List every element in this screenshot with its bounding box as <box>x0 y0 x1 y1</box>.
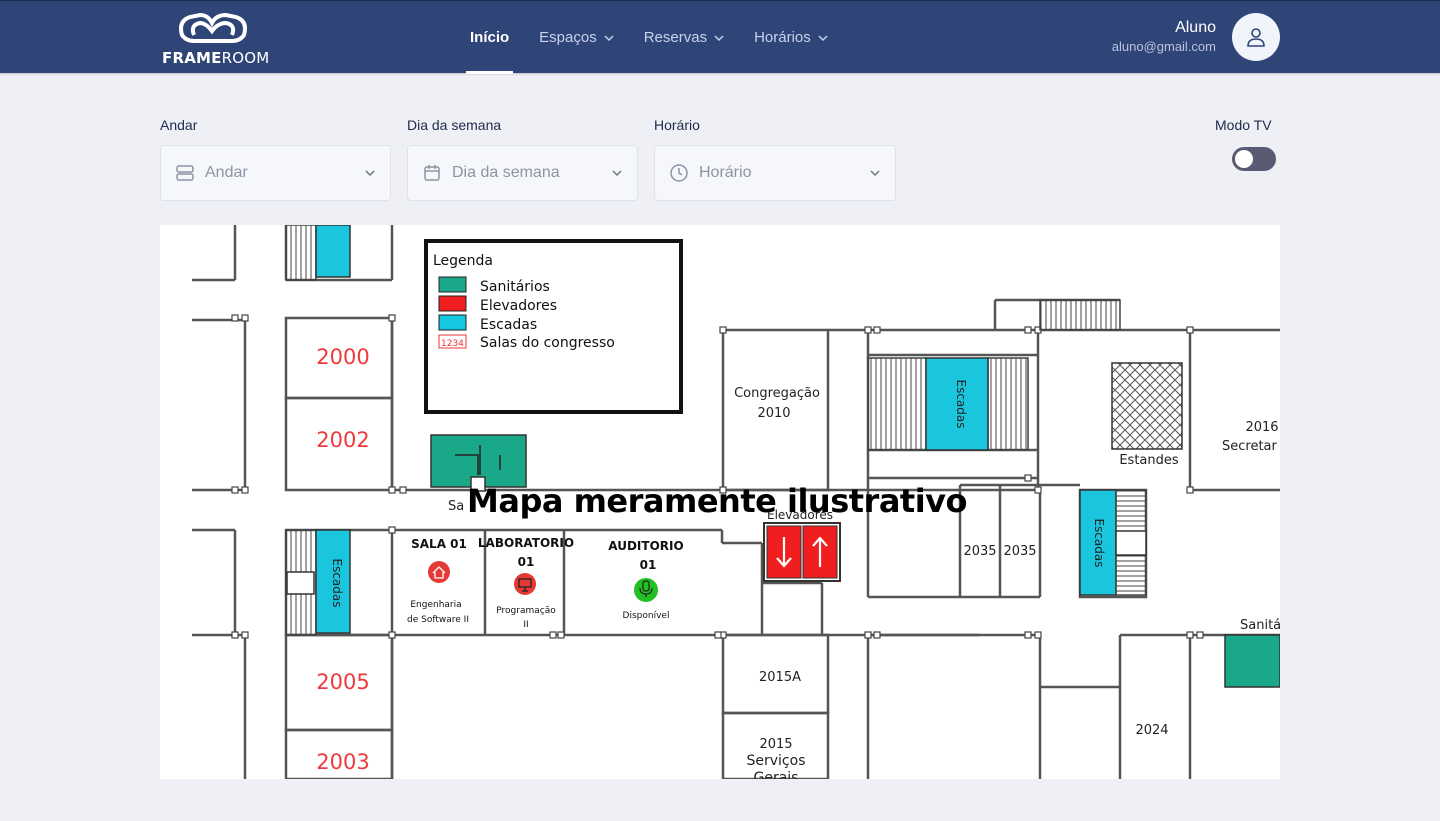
space-sala-01[interactable]: SALA 01 Engenharia de Software II <box>407 537 469 625</box>
room-secretaria-name: Secretar <box>1222 439 1278 454</box>
main-nav: Início Espaços Reservas Horários <box>462 1 850 74</box>
sanitarios-label-right: Sanitá <box>1240 618 1280 633</box>
space-title: LABORATORIO <box>478 536 574 550</box>
room-2005: 2005 <box>316 670 369 694</box>
room-estandes: Estandes <box>1119 453 1179 468</box>
legend-title: Legenda <box>433 253 493 269</box>
clock-icon <box>670 164 688 182</box>
chevron-down-icon <box>365 170 375 177</box>
map-caption: Mapa meramente ilustrativo <box>467 482 968 520</box>
chevron-down-icon <box>612 170 622 177</box>
nav-reservas[interactable]: Reservas <box>636 1 732 74</box>
room-2015-name: Serviços <box>747 753 806 769</box>
weekday-select[interactable]: Dia da semana <box>407 145 638 201</box>
legend-item-elevadores: Elevadores <box>480 298 557 314</box>
frameroom-logo[interactable]: FRAMEROOM <box>162 11 272 67</box>
floor-map: Escadas Escadas Escadas Elevadores Legen… <box>160 225 1280 779</box>
space-title: SALA 01 <box>411 537 467 551</box>
room-2016-number: 2016 <box>1245 420 1278 435</box>
space-laboratorio-01[interactable]: LABORATORIO 01 Programação II <box>478 536 574 630</box>
room-2035-b: 2035 <box>1003 544 1036 559</box>
calendar-icon <box>424 165 440 181</box>
space-auditorio-01[interactable]: AUDITORIO 01 Disponível <box>608 539 683 621</box>
space-subtitle: Disponível <box>623 611 670 621</box>
stairs-label: Escadas <box>1092 518 1106 567</box>
room-2000: 2000 <box>316 345 369 369</box>
chevron-down-icon <box>604 34 614 41</box>
legend-item-sanitarios: Sanitários <box>480 279 550 295</box>
sanitarios-label: Sa <box>448 499 464 514</box>
stairs-label: Escadas <box>330 558 344 607</box>
top-navbar: FRAMEROOM Início Espaços Reservas Horári… <box>0 0 1440 74</box>
chevron-down-icon <box>714 34 724 41</box>
floor-label: Andar <box>160 117 198 133</box>
status-dot <box>514 573 536 595</box>
space-subtitle: Programação <box>496 606 556 616</box>
tv-mode-label: Modo TV <box>1215 117 1272 133</box>
room-2003: 2003 <box>316 750 369 774</box>
user-icon <box>1247 28 1265 47</box>
legend-sample-number: 1234 <box>441 339 464 349</box>
space-subtitle-2: II <box>523 620 528 630</box>
chevron-down-icon <box>818 34 828 41</box>
room-2035-a: 2035 <box>963 544 996 559</box>
room-congregacao-name: Congregação <box>734 386 820 401</box>
time-select-value: Horário <box>699 164 752 181</box>
logo-text: FRAMEROOM <box>162 49 270 67</box>
space-title-2: 01 <box>518 555 535 569</box>
time-select[interactable]: Horário <box>654 145 896 201</box>
layers-icon <box>176 165 194 181</box>
nav-horarios[interactable]: Horários <box>746 1 836 74</box>
status-dot <box>428 561 450 583</box>
weekday-select-value: Dia da semana <box>452 164 560 181</box>
room-2015-number: 2015 <box>759 737 792 752</box>
user-email: aluno@gmail.com <box>1111 39 1216 54</box>
floor-select-value: Andar <box>205 164 248 181</box>
room-2015-name-2: Gerais <box>754 770 799 779</box>
room-congregacao-number: 2010 <box>757 406 790 421</box>
space-subtitle-2: de Software II <box>407 615 469 625</box>
tv-mode-toggle[interactable] <box>1232 147 1276 171</box>
legend-item-escadas: Escadas <box>480 317 537 333</box>
weekday-label: Dia da semana <box>407 117 502 133</box>
nav-espacos[interactable]: Espaços <box>531 1 622 74</box>
chevron-down-icon <box>870 170 880 177</box>
space-title: AUDITORIO <box>608 539 683 553</box>
space-subtitle: Engenharia <box>410 600 461 610</box>
floor-select[interactable]: Andar <box>160 145 391 201</box>
space-title-2: 01 <box>640 558 657 572</box>
room-2002: 2002 <box>316 428 369 452</box>
nav-inicio[interactable]: Início <box>462 1 517 74</box>
legend-item-salas: Salas do congresso <box>480 335 615 351</box>
user-avatar-button[interactable] <box>1232 13 1280 61</box>
user-name: Aluno <box>1175 19 1216 36</box>
room-2024: 2024 <box>1135 723 1168 738</box>
stairs-label: Escadas <box>954 379 968 428</box>
room-2015a: 2015A <box>759 670 801 685</box>
time-label: Horário <box>654 117 700 133</box>
logo-icon <box>179 12 247 43</box>
